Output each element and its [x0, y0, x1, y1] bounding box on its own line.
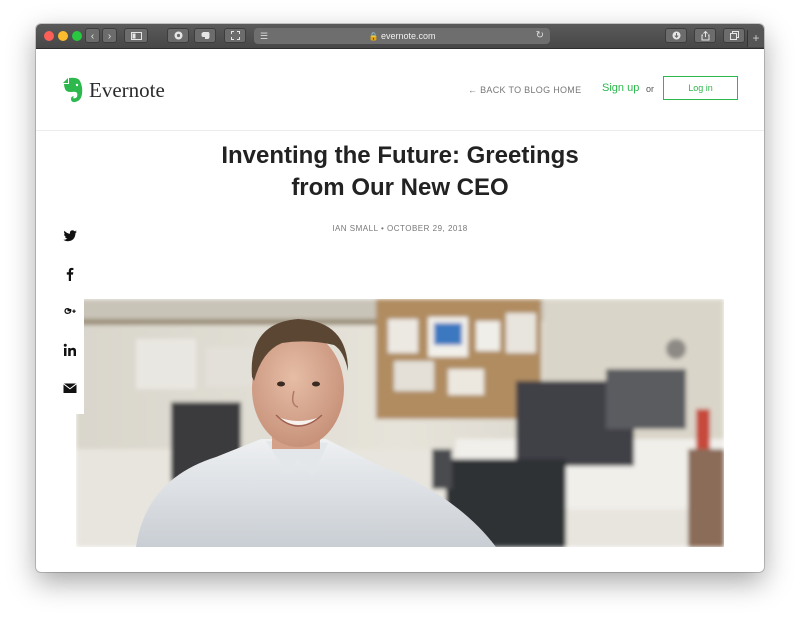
site-header: Evernote ← BACK TO BLOG HOME Sign up or …	[36, 49, 764, 131]
browser-window: ‹ › ☰ 🔒 evernote.com ↻ + Evernote ← BACK…	[36, 24, 764, 572]
evernote-extension-button[interactable]	[194, 28, 216, 43]
new-tab-button[interactable]: +	[747, 30, 764, 47]
minimize-window-button[interactable]	[58, 31, 68, 41]
sidebar-button[interactable]	[124, 28, 148, 43]
or-text: or	[646, 84, 655, 94]
google-plus-icon[interactable]	[62, 304, 78, 320]
email-icon[interactable]	[62, 380, 78, 396]
zoom-window-button[interactable]	[72, 31, 82, 41]
fullscreen-button[interactable]	[224, 28, 246, 43]
login-button[interactable]: Log in	[663, 76, 738, 100]
article-title: Inventing the Future: Greetings from Our…	[150, 140, 650, 204]
share-icon	[701, 30, 709, 41]
download-button[interactable]	[665, 28, 687, 43]
evernote-elephant-icon	[63, 77, 83, 103]
forward-button[interactable]: ›	[102, 28, 117, 43]
reader-icon	[174, 31, 182, 40]
address-bar[interactable]: ☰ 🔒 evernote.com ↻	[254, 28, 550, 44]
article-title-line-1: Inventing the Future: Greetings	[221, 142, 579, 169]
share-button[interactable]	[694, 28, 716, 43]
evernote-extension-icon	[201, 32, 209, 39]
url-text: evernote.com	[380, 31, 436, 41]
tabs-button[interactable]	[723, 28, 745, 43]
article-meta: IAN SMALL • OCTOBER 29, 2018	[332, 224, 468, 233]
fullscreen-icon	[230, 31, 240, 40]
back-to-blog-link[interactable]: ← BACK TO BLOG HOME	[468, 85, 581, 95]
tabs-icon	[729, 31, 739, 40]
lock-icon: 🔒	[368, 32, 379, 41]
reader-button[interactable]	[167, 28, 189, 43]
linkedin-icon[interactable]	[62, 342, 78, 358]
signup-link[interactable]: Sign up	[602, 82, 639, 94]
social-share-bar	[56, 222, 84, 414]
browser-titlebar: ‹ › ☰ 🔒 evernote.com ↻ +	[36, 24, 764, 49]
close-window-button[interactable]	[44, 31, 54, 41]
logo-text: Evernote	[89, 77, 165, 102]
twitter-icon[interactable]	[62, 228, 78, 244]
hero-image	[76, 299, 724, 547]
reload-icon[interactable]: ↻	[536, 28, 544, 44]
office-photo	[76, 299, 724, 547]
sidebar-icon	[130, 32, 142, 40]
facebook-icon[interactable]	[62, 266, 78, 282]
evernote-logo[interactable]: Evernote	[62, 77, 165, 103]
download-icon	[672, 31, 680, 40]
back-button[interactable]: ‹	[85, 28, 100, 43]
lines-icon: ☰	[260, 31, 269, 41]
article-title-line-2: from Our New CEO	[291, 174, 509, 201]
